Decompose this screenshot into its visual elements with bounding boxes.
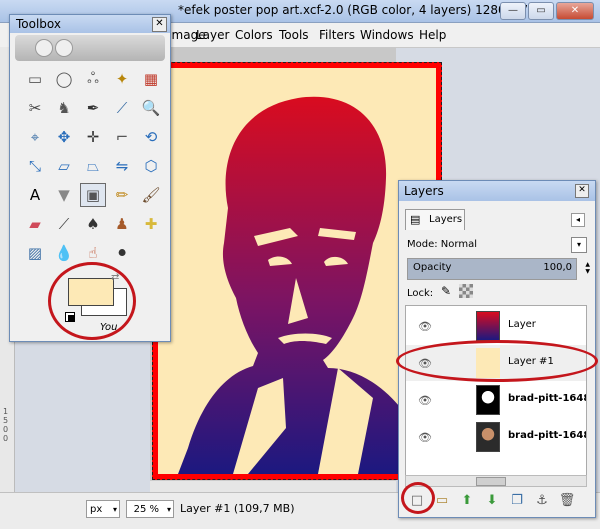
close-icon[interactable]: ✕ — [152, 17, 167, 32]
layer-list-scrollbar[interactable] — [405, 475, 587, 487]
measure-icon[interactable]: ⌖ — [22, 125, 48, 149]
chevron-down-icon: ▾ — [166, 505, 171, 514]
close-icon[interactable]: ✕ — [575, 184, 589, 198]
cage-icon[interactable]: ⬡ — [138, 154, 164, 178]
restore-button[interactable]: ▭ — [528, 2, 554, 20]
lock-alpha-icon[interactable] — [459, 284, 473, 298]
minimize-button[interactable]: — — [500, 2, 526, 20]
visibility-eye-icon[interactable]: 👁 — [418, 394, 432, 407]
annotation-circle-new-layer — [401, 482, 435, 514]
close-window-button[interactable]: ✕ — [556, 2, 594, 20]
layer-thumbnail[interactable] — [476, 422, 500, 452]
blur-icon[interactable]: 💧 — [51, 241, 77, 265]
annotation-circle-colors — [48, 262, 136, 340]
perspective-clone-icon[interactable]: ▨ — [22, 241, 48, 265]
opacity-value: 100,0 — [543, 262, 572, 273]
paths-icon[interactable]: ✒ — [80, 96, 106, 120]
ink-icon[interactable]: ♠ — [80, 212, 106, 236]
menu-colors[interactable]: Colors — [235, 28, 273, 42]
color-select-icon[interactable]: ▦ — [138, 67, 164, 91]
duplicate-layer-icon[interactable]: ❐ — [507, 491, 527, 511]
active-layer-info: Layer #1 (109,7 MB) — [180, 502, 295, 515]
heal-icon[interactable]: ✚ — [138, 212, 164, 236]
layer-name[interactable]: Layer — [508, 319, 536, 330]
layer-row[interactable]: 👁 brad-pitt-164880 — [406, 382, 586, 418]
toolbox-title-bar[interactable]: Toolbox ✕ — [10, 15, 170, 33]
paintbrush-icon[interactable]: 🖌 — [138, 183, 164, 207]
layers-icon: ▤ — [410, 213, 421, 226]
foreground-select-icon[interactable]: ♞ — [51, 96, 77, 120]
rotate-icon[interactable]: ⟲ — [138, 125, 164, 149]
wilber-eye-icon — [35, 39, 53, 57]
menu-tools[interactable]: Tools — [279, 28, 309, 42]
blend-icon[interactable]: ▣ — [80, 183, 106, 207]
layer-thumbnail[interactable] — [476, 385, 500, 415]
ellipse-select-icon[interactable]: ◯ — [51, 67, 77, 91]
lock-pixels-icon[interactable]: ✎ — [441, 284, 451, 298]
align-icon[interactable]: ✛ — [80, 125, 106, 149]
wilber-banner[interactable] — [15, 35, 165, 61]
tab-layers-label: Layers — [429, 214, 463, 225]
perspective-icon[interactable]: ⏢ — [80, 154, 106, 178]
lock-label: Lock: — [407, 288, 434, 299]
raise-layer-icon[interactable]: ⬆ — [457, 491, 477, 511]
delete-layer-icon[interactable]: 🗑 — [557, 491, 577, 511]
zoom-select[interactable]: 25 % ▾ — [126, 500, 174, 518]
shear-icon[interactable]: ▱ — [51, 154, 77, 178]
layer-name[interactable]: brad-pitt-164880 — [508, 393, 586, 404]
visibility-eye-icon[interactable]: 👁 — [418, 320, 432, 333]
crop-icon[interactable]: ⌐ — [109, 125, 135, 149]
menu-windows[interactable]: Windows — [360, 28, 414, 42]
menu-layer[interactable]: Layer — [196, 28, 229, 42]
bucket-fill-icon[interactable]: ▼ — [51, 183, 77, 207]
mode-select[interactable]: Mode: Normal — [407, 239, 477, 250]
anchor-layer-icon[interactable]: ⚓ — [532, 491, 552, 511]
move-icon[interactable]: ✥ — [51, 125, 77, 149]
fuzzy-select-icon[interactable]: ✦ — [109, 67, 135, 91]
menu-help[interactable]: Help — [419, 28, 446, 42]
layer-row[interactable]: 👁 Layer — [406, 308, 586, 344]
visibility-eye-icon[interactable]: 👁 — [418, 431, 432, 444]
layer-name[interactable]: brad-pitt-164880 — [508, 430, 586, 441]
scissors-icon[interactable]: ✂ — [22, 96, 48, 120]
layers-title: Layers — [404, 184, 444, 198]
tab-layers[interactable]: ▤ Layers — [405, 209, 465, 230]
toolbox-title: Toolbox — [16, 17, 61, 31]
layer-thumbnail[interactable] — [476, 311, 500, 341]
chevron-down-icon: ▾ — [112, 505, 117, 514]
annotation-circle-layer — [396, 340, 598, 382]
lower-layer-icon[interactable]: ⬇ — [482, 491, 502, 511]
scale-icon[interactable]: ⤡ — [22, 154, 48, 178]
wilber-eye-icon — [55, 39, 73, 57]
opacity-slider[interactable]: Opacity 100,0 — [407, 258, 577, 280]
clone-icon[interactable]: ♟ — [109, 212, 135, 236]
tab-menu-button[interactable]: ◂ — [571, 213, 585, 227]
lasso-icon[interactable]: ஃ — [80, 67, 106, 91]
airbrush-icon[interactable]: ⟋ — [51, 212, 77, 236]
ruler-ticks: 1 5 0 0 — [3, 407, 9, 443]
dodge-burn-icon[interactable]: ⚫ — [109, 241, 135, 265]
opacity-label: Opacity — [413, 262, 452, 273]
flip-icon[interactable]: ⇋ — [109, 154, 135, 178]
scrollbar-thumb[interactable] — [476, 477, 506, 486]
unit-select[interactable]: px ▾ — [86, 500, 120, 518]
pencil-icon[interactable]: ✏ — [109, 183, 135, 207]
layers-title-bar[interactable]: Layers ✕ — [399, 181, 595, 201]
layer-list: 👁Layer👁Layer #1👁brad-pitt-164880👁brad-pi… — [405, 305, 587, 477]
eraser-icon[interactable]: ▰ — [22, 212, 48, 236]
menu-filters[interactable]: Filters — [319, 28, 355, 42]
new-layer-group-icon[interactable]: ▭ — [432, 491, 452, 511]
chevron-down-icon[interactable]: ▾ — [571, 237, 587, 253]
zoom-icon[interactable]: 🔍 — [138, 96, 164, 120]
text-icon[interactable]: A — [22, 183, 48, 207]
opacity-spinner[interactable]: ▲ ▼ — [585, 261, 590, 275]
rect-select-icon[interactable]: ▭ — [22, 67, 48, 91]
layer-row[interactable]: 👁 brad-pitt-164880 — [406, 419, 586, 455]
color-picker-icon[interactable]: ⟋ — [109, 96, 135, 120]
